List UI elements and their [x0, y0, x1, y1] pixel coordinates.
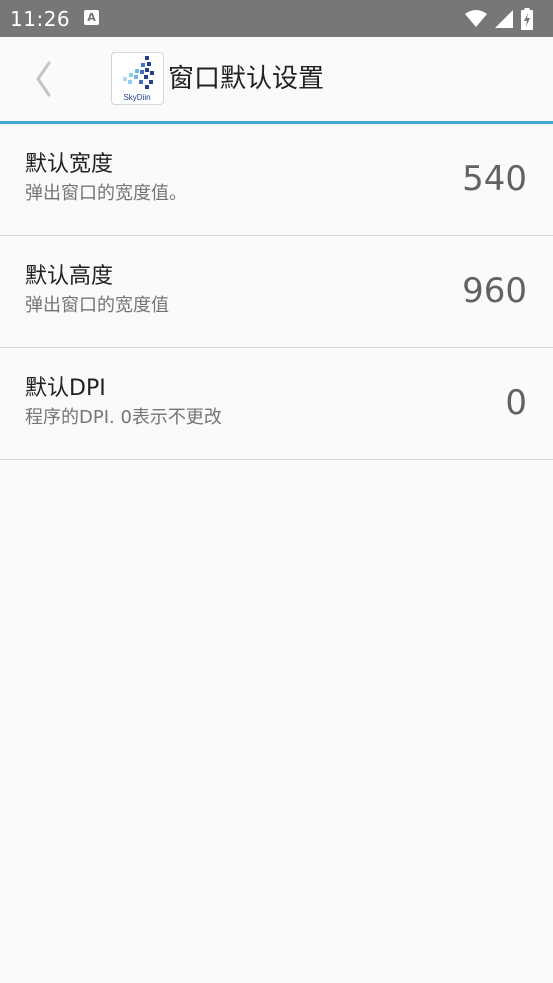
pref-value: 0 — [505, 383, 527, 423]
pref-title: 默认DPI — [25, 376, 106, 401]
preference-list: 默认宽度 弹出窗口的宽度值。 540 默认高度 弹出窗口的宽度值 960 默认D… — [0, 124, 553, 460]
pref-title: 默认宽度 — [25, 152, 114, 177]
page-title: 窗口默认设置 — [168, 64, 325, 94]
pref-item-default-dpi[interactable]: 默认DPI 程序的DPI. 0表示不更改 0 — [0, 348, 553, 460]
notification-icon: A — [84, 10, 99, 25]
skydiin-logo-icon: SkyDiin — [123, 56, 154, 102]
pref-title: 默认高度 — [25, 264, 114, 289]
chevron-left-icon — [36, 61, 51, 97]
signal-icon — [495, 10, 513, 28]
pref-summary: 程序的DPI. 0表示不更改 — [25, 407, 222, 428]
pref-value: 540 — [462, 159, 527, 199]
status-bar: 11:26 A — [0, 0, 553, 37]
pref-value: 960 — [462, 271, 527, 311]
pref-summary: 弹出窗口的宽度值 — [25, 295, 169, 316]
pref-summary: 弹出窗口的宽度值。 — [25, 183, 187, 204]
battery-charging-icon — [521, 8, 533, 30]
app-bar: SkyDiin 窗口默认设置 — [0, 37, 553, 121]
status-icons — [465, 8, 533, 30]
wifi-icon — [465, 10, 487, 27]
app-logo: SkyDiin — [111, 52, 164, 105]
pref-item-default-height[interactable]: 默认高度 弹出窗口的宽度值 960 — [0, 236, 553, 348]
status-time: 11:26 — [10, 7, 71, 31]
pref-item-default-width[interactable]: 默认宽度 弹出窗口的宽度值。 540 — [0, 124, 553, 236]
back-button[interactable] — [26, 59, 60, 99]
svg-text:SkyDiin: SkyDiin — [123, 93, 150, 102]
